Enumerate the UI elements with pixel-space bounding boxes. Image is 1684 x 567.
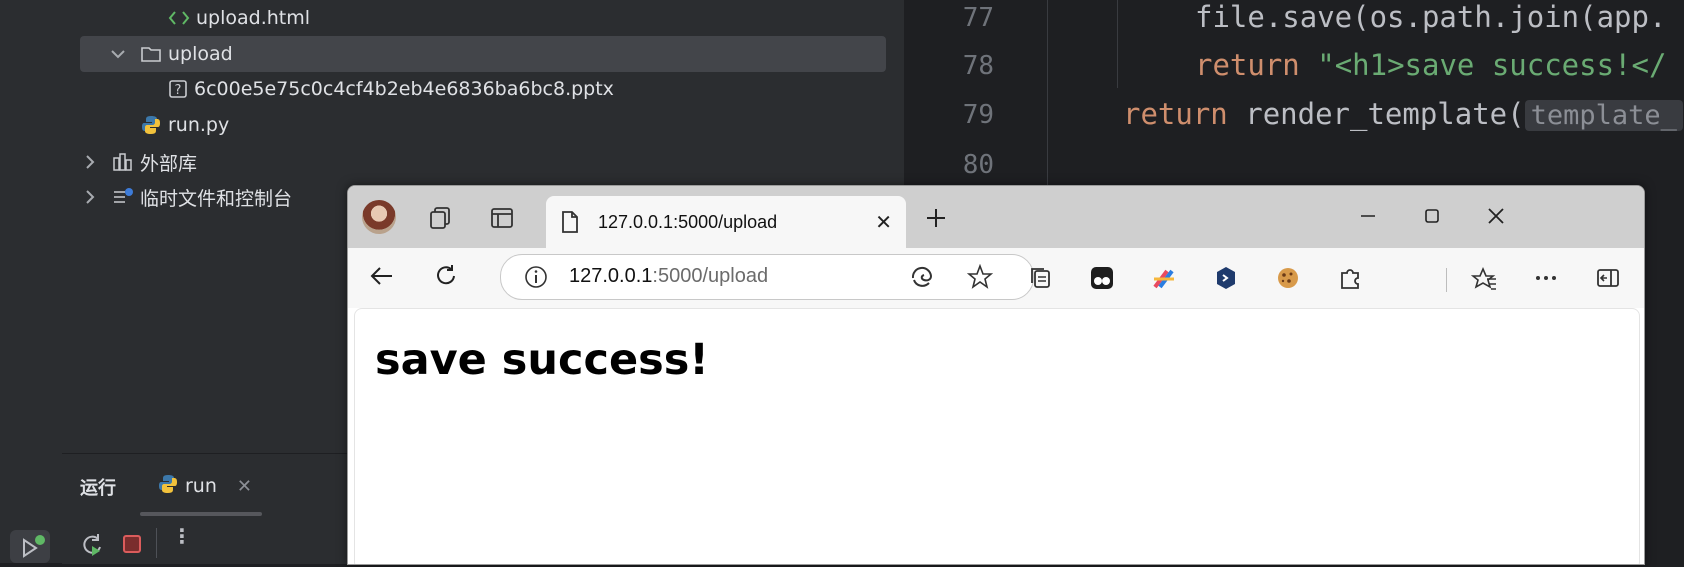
line-number: 80 — [962, 150, 994, 180]
chevron-right-icon[interactable] — [80, 154, 100, 170]
parameter-hint: template_ — [1524, 100, 1683, 131]
tab-title: 127.0.0.1:5000/upload — [598, 211, 778, 232]
tree-item-label: 6c00e5e75c0c4cf4b2eb4e6836ba6bc8.pptx — [194, 78, 614, 100]
minimize-icon[interactable] — [1348, 196, 1388, 236]
python-file-icon — [140, 114, 162, 136]
line-number: 78 — [962, 51, 994, 81]
run-panel-title: 运行 — [80, 478, 116, 499]
chevron-down-icon[interactable] — [108, 48, 128, 60]
scratches-icon — [112, 187, 134, 207]
profile-avatar[interactable] — [362, 200, 396, 234]
tree-item-label: upload.html — [196, 7, 311, 29]
python-icon — [157, 473, 179, 500]
workspaces-icon[interactable] — [420, 198, 460, 238]
string-literal: "<h1>save success!</ — [1317, 48, 1667, 82]
toolbar-separator — [1446, 268, 1447, 292]
more-options-icon[interactable]: ⋮ — [172, 526, 192, 546]
extension-hexagon-icon[interactable] — [1206, 258, 1246, 298]
extension-tampermonkey-icon[interactable] — [1082, 258, 1122, 298]
svg-text:?: ? — [175, 83, 182, 98]
extensions-puzzle-icon[interactable] — [1330, 258, 1370, 298]
stop-icon[interactable] — [121, 533, 143, 555]
url-text[interactable]: 127.0.0.1:5000/upload — [569, 265, 768, 288]
chevron-right-icon[interactable] — [80, 189, 100, 205]
extension-color-picker-icon[interactable] — [1144, 258, 1184, 298]
line-number: 79 — [962, 100, 994, 130]
code-line-78: return "<h1>save success!</ — [1195, 48, 1666, 82]
maximize-icon[interactable] — [1412, 196, 1452, 236]
html-file-icon — [168, 9, 190, 27]
collections-icon[interactable] — [1020, 258, 1060, 298]
library-icon — [112, 152, 134, 172]
refresh-icon[interactable] — [426, 256, 466, 296]
tree-item-label: 临时文件和控制台 — [140, 187, 293, 210]
toolbar-divider — [156, 528, 157, 558]
sidebar-toggle-icon[interactable] — [1588, 258, 1628, 298]
url-path: :5000/upload — [652, 265, 769, 287]
vertical-tabs-icon[interactable] — [482, 198, 522, 238]
tree-item-external-libraries[interactable]: 外部库 — [80, 145, 197, 179]
code-line-77: file.save(os.path.join(app. — [1195, 0, 1667, 34]
tree-item-label: upload — [168, 43, 233, 65]
edge-app-icon[interactable] — [909, 264, 935, 294]
close-window-icon[interactable] — [1476, 196, 1516, 236]
close-tab-icon[interactable]: ✕ — [875, 210, 892, 234]
tree-item-label: run.py — [168, 114, 230, 136]
page-icon — [560, 210, 584, 234]
site-info-icon[interactable] — [523, 264, 549, 294]
run-tab-label: run — [185, 475, 217, 497]
tree-item-pptx-file[interactable]: ? 6c00e5e75c0c4cf4b2eb4e6836ba6bc8.pptx — [168, 72, 614, 106]
page-content: save success! — [354, 308, 1640, 564]
keyword: return — [1195, 48, 1300, 82]
folder-icon — [140, 45, 162, 63]
tab-active[interactable]: 127.0.0.1:5000/upload ✕ — [546, 196, 906, 248]
tree-item-run-py[interactable]: run.py — [140, 108, 229, 142]
new-tab-icon[interactable] — [916, 198, 956, 238]
rerun-icon[interactable] — [78, 531, 106, 559]
close-icon[interactable]: ✕ — [237, 476, 252, 497]
url-host: 127.0.0.1 — [569, 265, 653, 287]
tree-item-label: 外部库 — [140, 152, 198, 175]
code-line-79: return render_template(template_ — [1123, 97, 1683, 131]
page-heading: save success! — [375, 335, 709, 385]
tab-strip: 127.0.0.1:5000/upload ✕ — [348, 186, 1644, 248]
browser-window: 127.0.0.1:5000/upload ✕ 127.0.0.1:5000/u… — [347, 185, 1645, 565]
active-tab-indicator — [140, 512, 262, 516]
run-tab[interactable]: run ✕ — [157, 468, 252, 504]
address-bar[interactable]: 127.0.0.1:5000/upload — [500, 254, 1034, 300]
run-tool-window-icon[interactable] — [10, 530, 50, 563]
tree-item-upload-folder[interactable]: upload — [108, 37, 233, 71]
back-icon[interactable] — [362, 256, 402, 296]
favorites-icon[interactable] — [1464, 258, 1504, 298]
tree-item-scratches[interactable]: 临时文件和控制台 — [80, 180, 292, 214]
favorite-star-icon[interactable] — [966, 263, 994, 294]
extension-cookie-icon[interactable] — [1268, 258, 1308, 298]
indent-guide — [1117, 0, 1118, 88]
more-menu-icon[interactable] — [1526, 258, 1566, 298]
ide-tool-strip — [0, 0, 63, 563]
function-call: render_template( — [1245, 97, 1525, 131]
tree-item-upload-html[interactable]: upload.html — [168, 1, 310, 35]
unknown-file-icon: ? — [168, 79, 188, 99]
keyword: return — [1123, 97, 1228, 131]
line-number: 77 — [962, 3, 994, 33]
